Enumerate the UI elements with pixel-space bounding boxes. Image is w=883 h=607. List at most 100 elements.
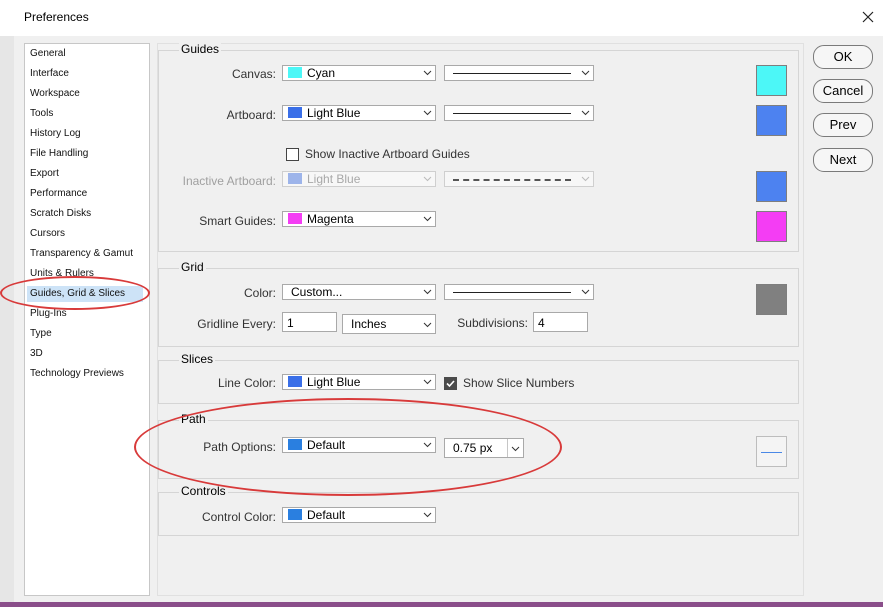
chevron-down-icon: [423, 378, 432, 386]
path-heading: Path: [179, 412, 208, 426]
sidebar-item-technology-previews[interactable]: Technology Previews: [30, 368, 124, 379]
chevron-down-icon: [423, 69, 432, 77]
canvas-color-dropdown[interactable]: Cyan: [282, 65, 436, 81]
control-color-chip: [288, 509, 302, 520]
guides-heading: Guides: [179, 42, 222, 56]
sidebar-item-file-handling[interactable]: File Handling: [30, 148, 88, 159]
close-icon[interactable]: [859, 8, 877, 26]
prev-button[interactable]: Prev: [813, 113, 873, 137]
artboard-color-dropdown[interactable]: Light Blue: [282, 105, 436, 121]
grid-color-value: Custom...: [291, 285, 343, 299]
background-image-strip: [0, 602, 883, 607]
sidebar-item-scratch-disks[interactable]: Scratch Disks: [30, 208, 91, 219]
path-options-value: Default: [307, 438, 346, 452]
chevron-down-icon: [423, 441, 432, 449]
chevron-down-icon: [581, 69, 590, 77]
sidebar-item-export[interactable]: Export: [30, 168, 59, 179]
control-color-value: Default: [307, 508, 346, 522]
chevron-down-icon: [423, 288, 432, 296]
path-width-dropdown[interactable]: 0.75 px: [444, 438, 524, 458]
window-title: Preferences: [24, 10, 89, 24]
show-slice-numbers-checkbox[interactable]: [444, 377, 457, 390]
grid-style-dropdown[interactable]: [444, 284, 594, 300]
preferences-sidebar: General Interface Workspace Tools Histor…: [24, 43, 150, 596]
sidebar-item-transparency-gamut[interactable]: Transparency & Gamut: [30, 248, 133, 259]
smart-guides-color-dropdown[interactable]: Magenta: [282, 211, 436, 227]
slice-line-color-chip: [288, 376, 302, 387]
chevron-down-icon: [423, 109, 432, 117]
show-inactive-artboard-checkbox[interactable]: [286, 148, 299, 161]
canvas-color-chip: [288, 67, 302, 78]
cancel-button[interactable]: Cancel: [813, 79, 873, 103]
slice-line-color-dropdown[interactable]: Light Blue: [282, 374, 436, 390]
artboard-style-dropdown[interactable]: [444, 105, 594, 121]
artboard-label: Artboard:: [226, 108, 276, 122]
solid-line-style: [453, 113, 571, 114]
dashed-line-style: [453, 179, 571, 181]
gridline-unit-dropdown[interactable]: Inches: [342, 314, 436, 334]
path-options-color-chip: [288, 439, 302, 450]
sidebar-item-cursors[interactable]: Cursors: [30, 228, 65, 239]
title-bar: Preferences: [0, 0, 883, 36]
smart-guides-color-chip: [288, 213, 302, 224]
checkmark-icon: [446, 380, 455, 388]
sidebar-item-plug-ins[interactable]: Plug-Ins: [30, 308, 67, 319]
smart-guides-color-value: Magenta: [307, 212, 354, 226]
gridline-every-input[interactable]: 1: [282, 312, 337, 332]
inactive-artboard-color-dropdown: Light Blue: [282, 171, 436, 187]
next-button[interactable]: Next: [813, 148, 873, 172]
grid-color-dropdown[interactable]: Custom...: [282, 284, 436, 300]
path-width-value: 0.75 px: [453, 441, 493, 455]
sidebar-item-type[interactable]: Type: [30, 328, 52, 339]
canvas-color-swatch[interactable]: [756, 65, 787, 96]
subdivisions-label: Subdivisions:: [457, 316, 528, 330]
sidebar-item-guides-grid-slices[interactable]: Guides, Grid & Slices: [27, 286, 144, 302]
control-color-label: Control Color:: [201, 510, 276, 524]
inactive-artboard-label: Inactive Artboard:: [182, 174, 276, 188]
sidebar-item-3d[interactable]: 3D: [30, 348, 43, 359]
sidebar-item-history-log[interactable]: History Log: [30, 128, 81, 139]
ok-button[interactable]: OK: [813, 45, 873, 69]
chevron-down-icon: [423, 215, 432, 223]
grid-color-swatch[interactable]: [756, 284, 787, 315]
artboard-color-chip: [288, 107, 302, 118]
gridline-every-label: Gridline Every:: [197, 317, 276, 331]
chevron-down-icon: [581, 109, 590, 117]
slices-heading: Slices: [179, 352, 216, 366]
chevron-down-icon: [581, 175, 590, 183]
sidebar-item-interface[interactable]: Interface: [30, 68, 69, 79]
path-preview-swatch[interactable]: [756, 436, 787, 467]
control-color-dropdown[interactable]: Default: [282, 507, 436, 523]
window-left-edge: [0, 36, 14, 607]
canvas-label: Canvas:: [231, 67, 276, 81]
chevron-down-icon: [511, 445, 520, 453]
solid-line-style: [453, 73, 571, 74]
artboard-color-value: Light Blue: [307, 106, 361, 120]
slice-line-color-label: Line Color:: [217, 376, 276, 390]
subdivisions-input[interactable]: 4: [533, 312, 588, 332]
solid-line-style: [453, 292, 571, 293]
sidebar-item-performance[interactable]: Performance: [30, 188, 87, 199]
slice-line-color-value: Light Blue: [307, 375, 361, 389]
sidebar-item-workspace[interactable]: Workspace: [30, 88, 80, 99]
sidebar-item-general[interactable]: General: [30, 48, 66, 59]
show-inactive-artboard-label: Show Inactive Artboard Guides: [305, 147, 470, 161]
canvas-color-value: Cyan: [307, 66, 336, 80]
smart-guides-label: Smart Guides:: [199, 214, 276, 228]
chevron-down-icon: [581, 288, 590, 296]
artboard-color-swatch[interactable]: [756, 105, 787, 136]
smart-guides-color-swatch[interactable]: [756, 211, 787, 242]
preferences-dialog: Preferences General Interface Workspace …: [0, 0, 883, 607]
canvas-style-dropdown[interactable]: [444, 65, 594, 81]
inactive-artboard-style-dropdown: [444, 171, 594, 187]
inactive-artboard-color-chip: [288, 173, 302, 184]
sidebar-item-tools[interactable]: Tools: [30, 108, 53, 119]
sidebar-item-units-rulers[interactable]: Units & Rulers: [30, 268, 94, 279]
gridline-unit-value: Inches: [351, 317, 387, 331]
path-options-dropdown[interactable]: Default: [282, 437, 436, 453]
show-slice-numbers-label: Show Slice Numbers: [463, 376, 575, 390]
chevron-down-icon: [423, 511, 432, 519]
inactive-artboard-color-swatch[interactable]: [756, 171, 787, 202]
grid-heading: Grid: [179, 260, 206, 274]
inactive-artboard-color-value: Light Blue: [307, 172, 361, 186]
